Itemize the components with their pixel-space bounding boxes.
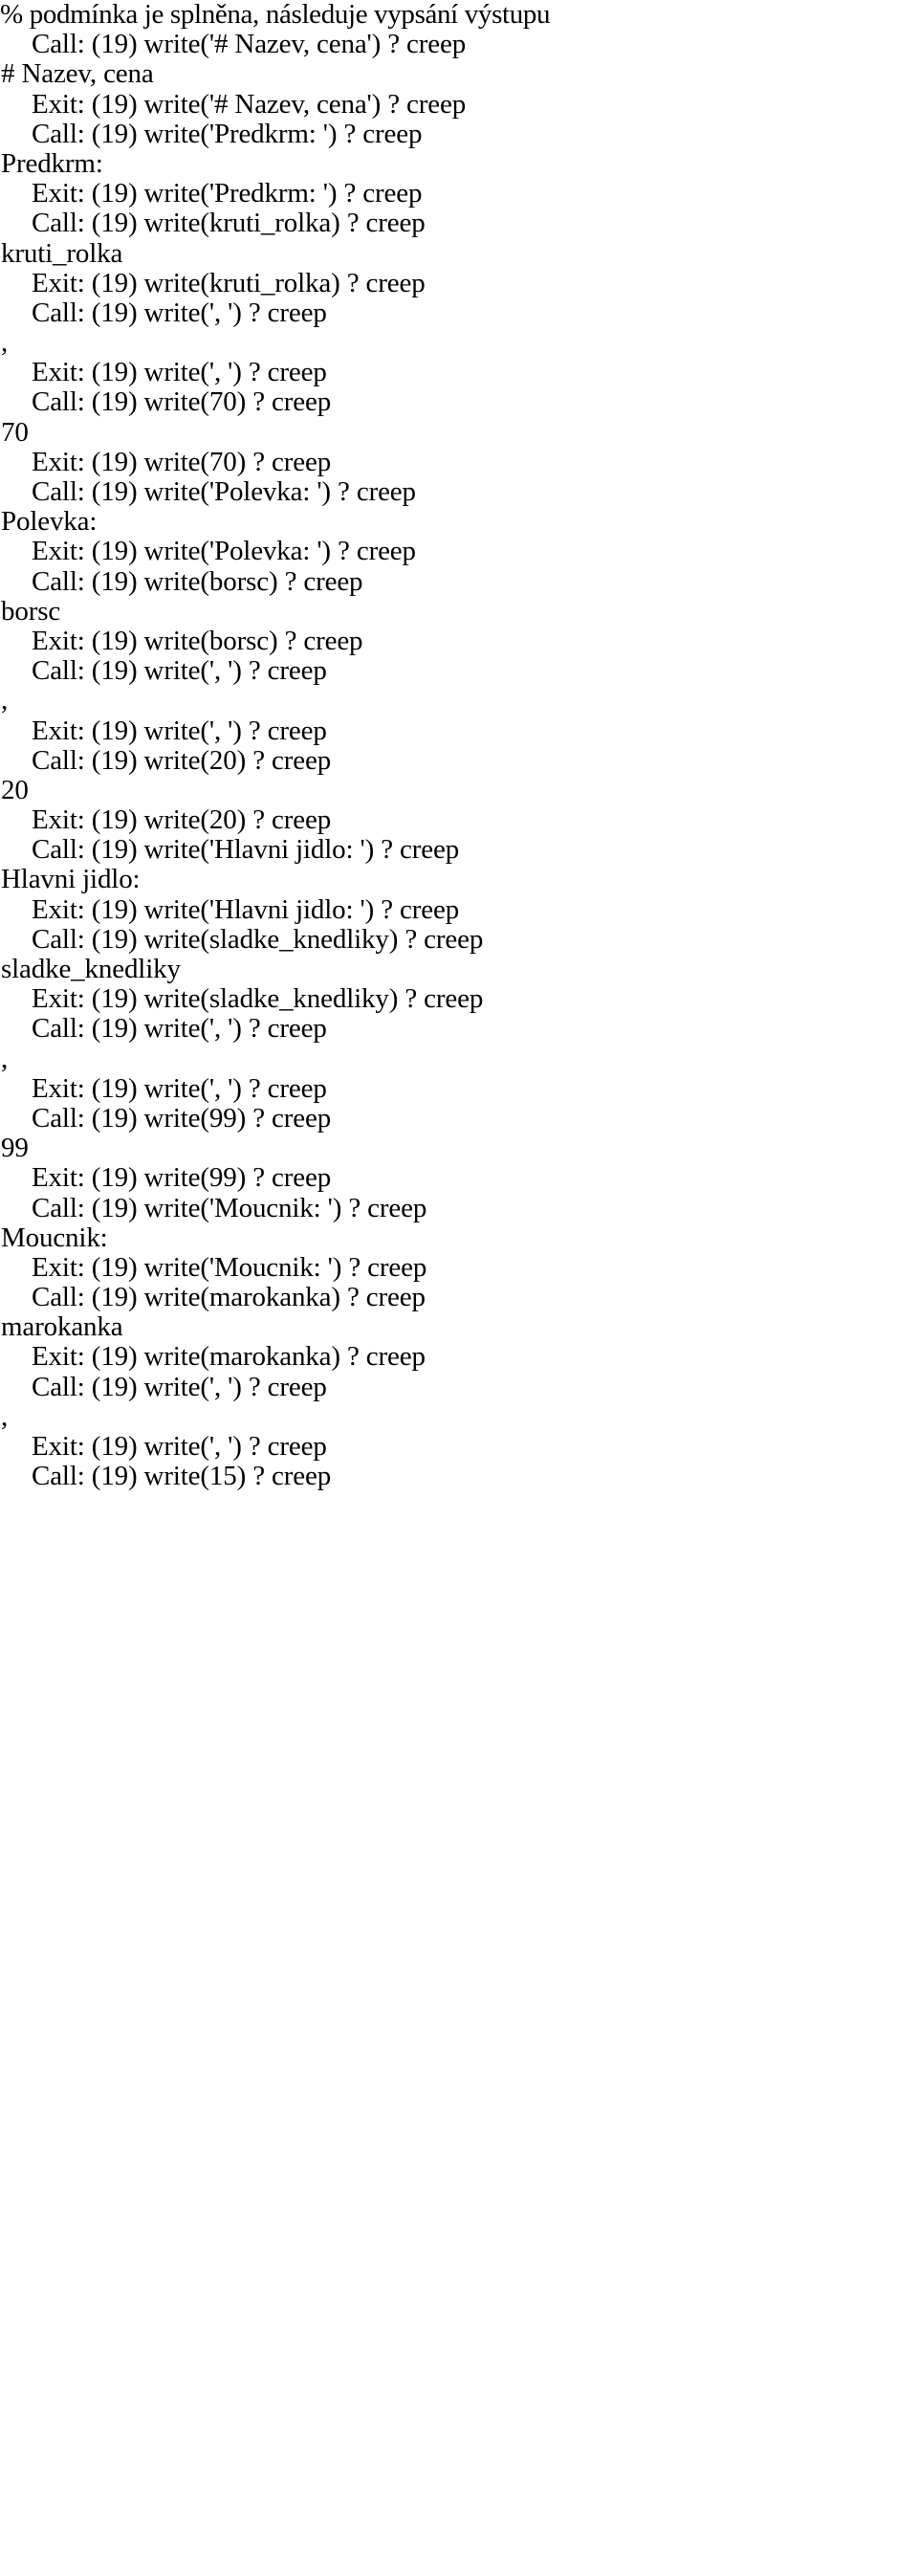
trace-exit-line: Exit: (19) write(', ') ? creep — [32, 1072, 327, 1104]
trace-call-line: Call: (19) write(', ') ? creep — [32, 297, 327, 328]
program-output-line: # Nazev, cena — [1, 58, 154, 90]
trace-call-line: Call: (19) write(sladke_knedliky) ? cree… — [32, 923, 484, 955]
program-output-line: , — [1, 327, 9, 359]
trace-exit-line: Exit: (19) write(borsc) ? creep — [32, 625, 363, 656]
trace-exit-line: Exit: (19) write(70) ? creep — [32, 446, 332, 477]
trace-call-line: Call: (19) write(marokanka) ? creep — [32, 1282, 426, 1313]
trace-call-line: Call: (19) write('# Nazev, cena') ? cree… — [32, 29, 467, 60]
program-output-line: borsc — [1, 595, 61, 627]
program-output-line: , — [1, 1043, 9, 1074]
trace-exit-line: Exit: (19) write(', ') ? creep — [32, 357, 327, 388]
trace-exit-line: Exit: (19) write(', ') ? creep — [32, 715, 327, 746]
program-output-line: kruti_rolka — [1, 237, 123, 269]
program-output-line: Predkrm: — [1, 147, 103, 179]
trace-call-line: Call: (19) write(', ') ? creep — [32, 1013, 327, 1045]
program-output-line: 20 — [1, 774, 29, 805]
trace-call-line: Call: (19) write(20) ? creep — [32, 744, 332, 776]
trace-exit-line: Exit: (19) write('Predkrm: ') ? creep — [32, 178, 423, 209]
trace-comment-line: % podmínka je splněna, následuje vypsání… — [0, 0, 551, 30]
program-output-line: marokanka — [1, 1311, 123, 1343]
trace-call-line: Call: (19) write(', ') ? creep — [32, 655, 327, 687]
trace-exit-line: Exit: (19) write(kruti_rolka) ? creep — [32, 267, 426, 298]
trace-exit-line: Exit: (19) write(99) ? creep — [32, 1162, 332, 1194]
trace-call-line: Call: (19) write('Polevka: ') ? creep — [32, 476, 416, 507]
trace-exit-line: Exit: (19) write(', ') ? creep — [32, 1431, 327, 1462]
trace-call-line: Call: (19) write(borsc) ? creep — [32, 565, 363, 597]
trace-call-line: Call: (19) write(kruti_rolka) ? creep — [32, 208, 426, 239]
trace-call-line: Call: (19) write(15) ? creep — [32, 1461, 332, 1492]
program-output-line: Polevka: — [1, 506, 98, 538]
trace-exit-line: Exit: (19) write('# Nazev, cena') ? cree… — [32, 88, 467, 120]
trace-call-line: Call: (19) write('Hlavni jidlo: ') ? cre… — [32, 834, 460, 866]
program-output-line: Hlavni jidlo: — [1, 864, 141, 895]
program-output-line: sladke_knedliky — [1, 954, 181, 984]
prolog-trace-transcript: % podmínka je splněna, následuje vypsání… — [0, 0, 918, 1491]
trace-call-line: Call: (19) write('Predkrm: ') ? creep — [32, 118, 423, 149]
trace-call-line: Call: (19) write(70) ? creep — [32, 386, 332, 418]
trace-call-line: Call: (19) write(99) ? creep — [32, 1102, 332, 1134]
trace-exit-line: Exit: (19) write(20) ? creep — [32, 804, 332, 836]
trace-call-line: Call: (19) write(', ') ? creep — [32, 1371, 327, 1402]
trace-exit-line: Exit: (19) write('Polevka: ') ? creep — [32, 536, 416, 567]
program-output-line: 70 — [1, 416, 29, 448]
program-output-line: , — [1, 1400, 9, 1432]
program-output-line: Moucnik: — [1, 1222, 108, 1253]
trace-exit-line: Exit: (19) write(sladke_knedliky) ? cree… — [32, 983, 484, 1015]
program-output-line: 99 — [1, 1133, 29, 1164]
program-output-line: , — [1, 685, 9, 716]
trace-exit-line: Exit: (19) write(marokanka) ? creep — [32, 1341, 426, 1373]
trace-call-line: Call: (19) write('Moucnik: ') ? creep — [32, 1192, 427, 1223]
trace-exit-line: Exit: (19) write('Hlavni jidlo: ') ? cre… — [32, 893, 460, 925]
trace-exit-line: Exit: (19) write('Moucnik: ') ? creep — [32, 1251, 427, 1283]
